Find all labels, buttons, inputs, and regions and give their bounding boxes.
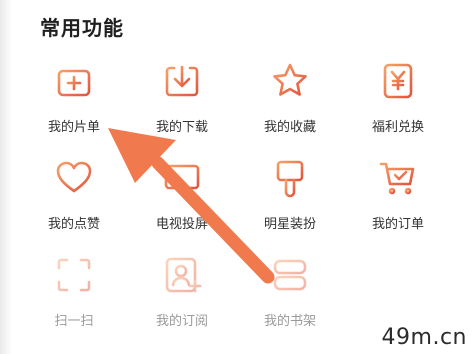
bookshelf-icon xyxy=(270,255,310,295)
menu-item-label: 电视投屏 xyxy=(155,217,208,232)
menu-item-label: 福利兑换 xyxy=(371,120,424,135)
yen-coupon-icon xyxy=(378,61,418,101)
paintbrush-icon xyxy=(270,158,310,198)
menu-item-download[interactable]: 我的下载 xyxy=(128,55,236,150)
menu-item-star-dressup[interactable]: 明星装扮 xyxy=(236,152,344,247)
menu-item-label: 我的订阅 xyxy=(155,314,208,329)
menu-item-film-list[interactable]: 我的片单 xyxy=(20,55,128,150)
watermark-text: 49m.cn xyxy=(381,325,467,350)
download-icon xyxy=(162,61,202,101)
cart-icon xyxy=(378,158,418,198)
function-grid: 我的片单 我的下载 我的收藏 福利兑换 我的点赞 电视投屏 明星装扮 我的订单 … xyxy=(20,55,452,345)
menu-item-rewards[interactable]: 福利兑换 xyxy=(344,55,452,150)
subscribe-user-icon xyxy=(162,255,202,295)
menu-item-label: 我的下载 xyxy=(155,120,208,135)
menu-item-label: 我的书架 xyxy=(263,314,316,329)
menu-item-subscriptions[interactable]: 我的订阅 xyxy=(128,249,236,344)
menu-item-scan[interactable]: 扫一扫 xyxy=(20,249,128,344)
scan-icon xyxy=(54,255,94,295)
left-edge-shadow xyxy=(0,0,12,354)
film-list-icon xyxy=(54,61,94,101)
menu-item-label: 我的片单 xyxy=(47,120,100,135)
menu-item-label: 扫一扫 xyxy=(54,314,94,329)
star-icon xyxy=(270,61,310,101)
section-title: 常用功能 xyxy=(40,16,124,40)
menu-item-favorites[interactable]: 我的收藏 xyxy=(236,55,344,150)
menu-item-label: 我的订单 xyxy=(371,217,424,232)
menu-item-tv-cast[interactable]: 电视投屏 xyxy=(128,152,236,247)
menu-item-label: 我的收藏 xyxy=(263,120,316,135)
menu-item-likes[interactable]: 我的点赞 xyxy=(20,152,128,247)
menu-item-bookshelf[interactable]: 我的书架 xyxy=(236,249,344,344)
heart-icon xyxy=(54,158,94,198)
menu-item-label: 我的点赞 xyxy=(47,217,100,232)
tv-cast-icon xyxy=(162,158,202,198)
menu-item-label: 明星装扮 xyxy=(263,217,316,232)
menu-item-orders[interactable]: 我的订单 xyxy=(344,152,452,247)
